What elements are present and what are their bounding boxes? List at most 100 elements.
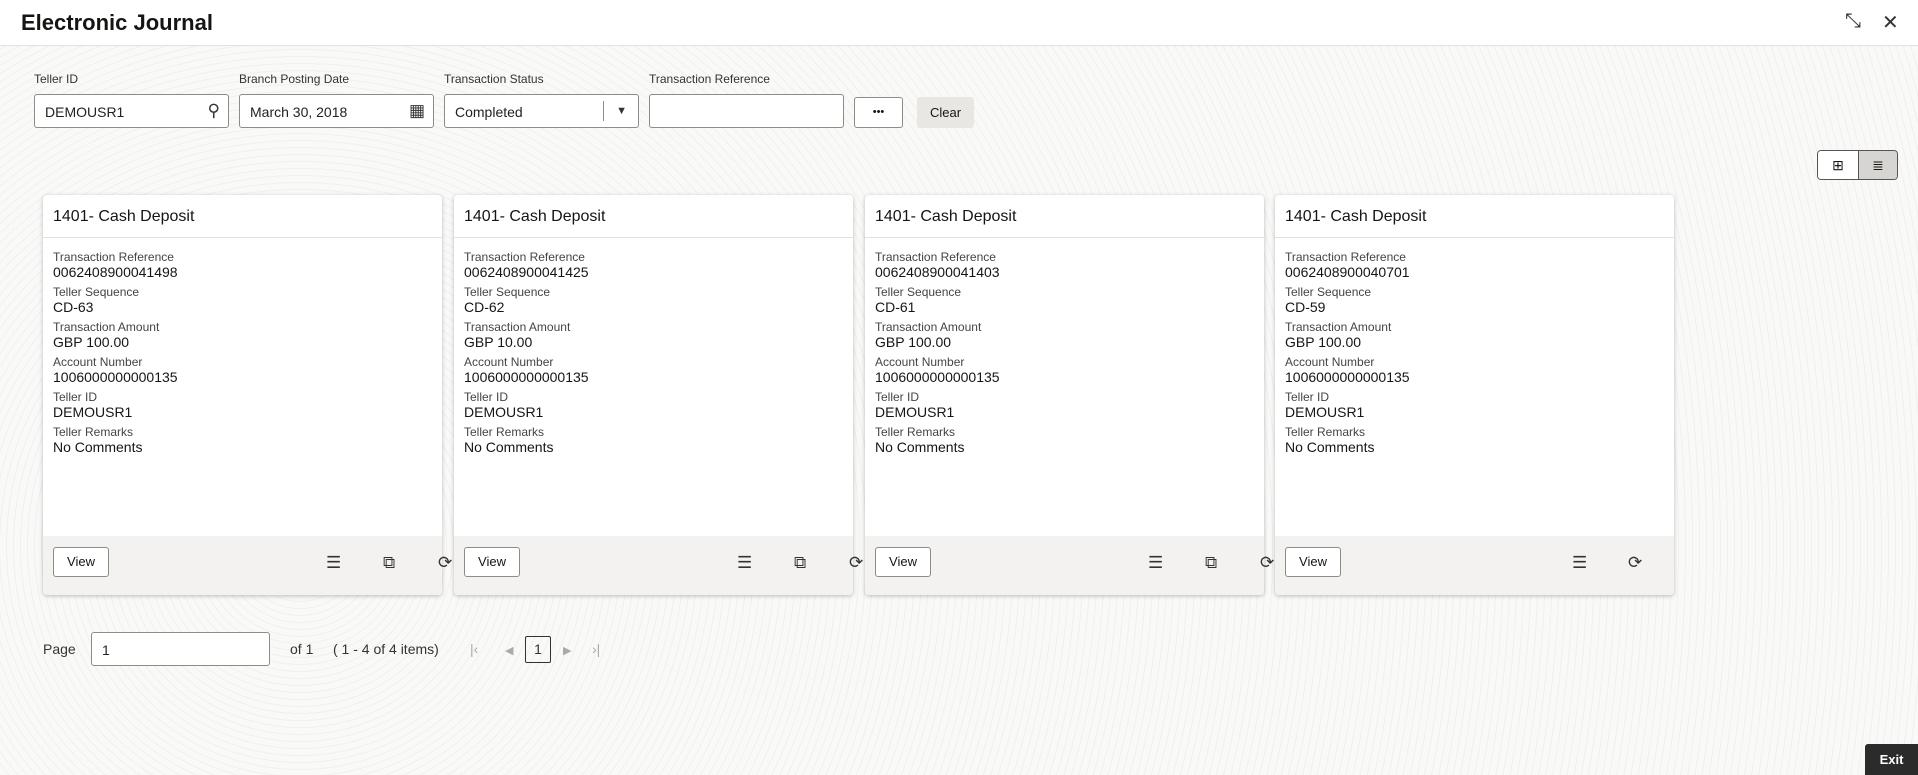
grid-view-icon[interactable]: ⊞ — [1818, 151, 1858, 179]
field-label-acc: Account Number — [875, 355, 965, 369]
field-value-amt: GBP 100.00 — [53, 334, 130, 350]
card-title: 1401- Cash Deposit — [43, 195, 442, 238]
clear-button[interactable]: Clear — [917, 97, 974, 128]
field-label-rem: Teller Remarks — [464, 425, 545, 439]
field-value-acc: 1006000000000135 — [1285, 369, 1410, 385]
field-value-seq: CD-61 — [875, 299, 916, 315]
view-button[interactable]: View — [1285, 547, 1341, 577]
field-label-rem: Teller Remarks — [53, 425, 134, 439]
view-toggle: ⊞ ≣ — [1817, 150, 1898, 180]
header: Electronic Journal ⤡ ✕ — [0, 0, 1918, 46]
field-label-amt: Transaction Amount — [875, 320, 982, 334]
view-button[interactable]: View — [464, 547, 520, 577]
view-button[interactable]: View — [53, 547, 109, 577]
field-label-ref: Transaction Reference — [875, 250, 996, 264]
calendar-icon[interactable]: ▦ — [409, 101, 425, 121]
previous-page-icon[interactable]: ◀ — [505, 644, 513, 657]
card-footer: View ☰ ⧉ ⟳ — [865, 536, 1274, 595]
page-1-button[interactable]: 1 — [525, 636, 551, 663]
next-page-icon[interactable]: ▶ — [563, 644, 571, 657]
reversal-icon[interactable]: ⟳ — [438, 553, 452, 573]
page-input[interactable]: 1 — [91, 632, 270, 666]
field-value-amt: GBP 10.00 — [464, 334, 533, 350]
transaction-reference-input[interactable] — [649, 94, 844, 128]
field-label-acc: Account Number — [464, 355, 554, 369]
page-label: Page — [43, 641, 76, 657]
transaction-status-label: Transaction Status — [444, 72, 544, 86]
view-button[interactable]: View — [875, 547, 931, 577]
teller-id-label: Teller ID — [34, 72, 79, 86]
field-label-tid: Teller ID — [53, 390, 98, 404]
transaction-card: 1401- Cash Deposit Transaction Reference… — [1275, 195, 1674, 595]
field-value-ref: 0062408900041498 — [53, 264, 178, 280]
field-value-tid: DEMOUSR1 — [53, 404, 133, 420]
field-label-ref: Transaction Reference — [1285, 250, 1406, 264]
field-value-tid: DEMOUSR1 — [1285, 404, 1365, 420]
transaction-status-select[interactable]: Completed ▼ — [444, 94, 639, 128]
date-value: March 30, 2018 — [250, 104, 348, 120]
card-footer: View ☰ ⧉ ⟳ — [43, 536, 452, 595]
field-value-ref: 0062408900040701 — [1285, 264, 1410, 280]
remarks-icon[interactable]: ☰ — [1148, 553, 1163, 573]
field-label-seq: Teller Sequence — [1285, 285, 1372, 299]
transaction-card: 1401- Cash Deposit Transaction Reference… — [43, 195, 452, 595]
chevron-down-icon[interactable]: ▼ — [616, 105, 627, 117]
field-label-amt: Transaction Amount — [464, 320, 571, 334]
field-value-seq: CD-62 — [464, 299, 505, 315]
reversal-icon[interactable]: ⟳ — [849, 553, 863, 573]
field-label-acc: Account Number — [1285, 355, 1375, 369]
exit-button[interactable]: Exit — [1865, 744, 1918, 775]
field-value-acc: 1006000000000135 — [53, 369, 178, 385]
transaction-card: 1401- Cash Deposit Transaction Reference… — [454, 195, 863, 595]
close-icon[interactable]: ✕ — [1882, 10, 1899, 35]
field-label-tid: Teller ID — [464, 390, 509, 404]
reversal-icon[interactable]: ⟳ — [1260, 553, 1274, 573]
field-label-seq: Teller Sequence — [53, 285, 140, 299]
field-value-ref: 0062408900041403 — [875, 264, 1000, 280]
copy-icon[interactable]: ⧉ — [1205, 553, 1217, 573]
transaction-card: 1401- Cash Deposit Transaction Reference… — [865, 195, 1274, 595]
remarks-icon[interactable]: ☰ — [1572, 553, 1587, 573]
list-view-icon[interactable]: ≣ — [1858, 151, 1897, 179]
card-footer: View ☰ ⟳ — [1275, 536, 1674, 595]
card-footer: View ☰ ⧉ ⟳ — [454, 536, 863, 595]
field-label-rem: Teller Remarks — [875, 425, 956, 439]
status-value: Completed — [455, 104, 523, 120]
field-value-rem: No Comments — [1285, 439, 1375, 455]
field-label-tid: Teller ID — [875, 390, 920, 404]
card-title: 1401- Cash Deposit — [865, 195, 1264, 238]
field-label-ref: Transaction Reference — [464, 250, 585, 264]
teller-id-input[interactable]: DEMOUSR1 ⚲ — [34, 94, 229, 128]
field-label-ref: Transaction Reference — [53, 250, 174, 264]
field-label-acc: Account Number — [53, 355, 143, 369]
minimize-icon[interactable]: ⤡ — [1845, 10, 1861, 33]
first-page-icon[interactable]: |‹ — [470, 641, 478, 657]
field-label-seq: Teller Sequence — [875, 285, 962, 299]
field-value-seq: CD-59 — [1285, 299, 1326, 315]
field-value-tid: DEMOUSR1 — [464, 404, 544, 420]
branch-posting-date-input[interactable]: March 30, 2018 ▦ — [239, 94, 434, 128]
copy-icon[interactable]: ⧉ — [794, 553, 806, 573]
field-label-amt: Transaction Amount — [1285, 320, 1392, 334]
field-value-ref: 0062408900041425 — [464, 264, 589, 280]
field-value-amt: GBP 100.00 — [875, 334, 952, 350]
remarks-icon[interactable]: ☰ — [737, 553, 752, 573]
transaction-reference-label: Transaction Reference — [649, 72, 770, 86]
field-value-amt: GBP 100.00 — [1285, 334, 1362, 350]
card-title: 1401- Cash Deposit — [1275, 195, 1674, 238]
page-of: of 1 — [290, 641, 314, 657]
teller-id-value: DEMOUSR1 — [45, 104, 125, 120]
field-value-rem: No Comments — [53, 439, 143, 455]
branch-posting-date-label: Branch Posting Date — [239, 72, 350, 86]
reversal-icon[interactable]: ⟳ — [1628, 553, 1642, 573]
last-page-icon[interactable]: ›| — [592, 641, 600, 657]
field-label-tid: Teller ID — [1285, 390, 1330, 404]
copy-icon[interactable]: ⧉ — [383, 553, 395, 573]
field-value-tid: DEMOUSR1 — [875, 404, 955, 420]
more-options-button[interactable]: ••• — [854, 97, 903, 128]
search-icon[interactable]: ⚲ — [208, 101, 220, 121]
field-label-rem: Teller Remarks — [1285, 425, 1366, 439]
card-title: 1401- Cash Deposit — [454, 195, 853, 238]
remarks-icon[interactable]: ☰ — [326, 553, 341, 573]
field-label-seq: Teller Sequence — [464, 285, 551, 299]
